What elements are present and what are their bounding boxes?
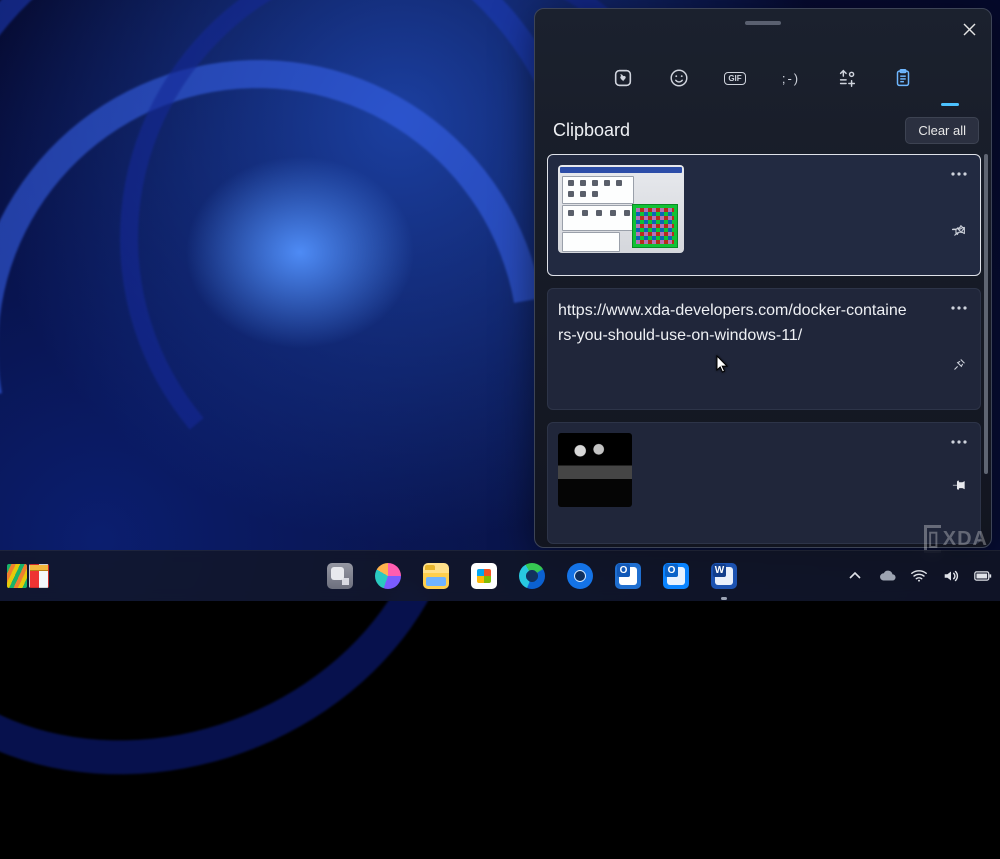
gift-icon — [29, 564, 49, 588]
taskbar-app-store[interactable] — [464, 556, 504, 596]
file-explorer-icon — [423, 563, 449, 589]
wifi-tray-icon[interactable] — [910, 567, 928, 585]
taskbar-app-outlook-new[interactable] — [656, 556, 696, 596]
system-tray — [846, 567, 1000, 585]
item-more-button[interactable] — [946, 295, 972, 321]
copilot-icon — [375, 563, 401, 589]
clipboard-item[interactable] — [547, 154, 981, 276]
clipboard-thumbnail — [558, 433, 632, 507]
clipboard-item[interactable] — [547, 422, 981, 544]
scrollbar[interactable] — [984, 154, 988, 474]
taskbar-app-taskview[interactable] — [320, 556, 360, 596]
clipboard-text: https://www.xda-developers.com/docker-co… — [558, 299, 910, 349]
item-pin-button[interactable] — [946, 473, 972, 499]
active-tab-indicator — [941, 103, 959, 106]
taskview-icon — [327, 563, 353, 589]
item-pin-button[interactable] — [946, 217, 972, 243]
onedrive-tray-icon[interactable] — [878, 567, 896, 585]
edge-icon — [519, 563, 545, 589]
taskbar-app-word[interactable] — [704, 556, 744, 596]
tray-overflow-button[interactable] — [846, 567, 864, 585]
item-more-button[interactable] — [946, 161, 972, 187]
tab-symbols[interactable] — [833, 64, 861, 92]
category-tabs: GIF ;-) — [535, 55, 991, 101]
taskbar-app-copilot[interactable] — [368, 556, 408, 596]
taskbar-app-explorer[interactable] — [416, 556, 456, 596]
taskbar-center — [320, 556, 744, 596]
clipboard-item-list: https://www.xda-developers.com/docker-co… — [535, 154, 991, 547]
tab-gif[interactable]: GIF — [721, 64, 749, 92]
tab-recent[interactable] — [609, 64, 637, 92]
taskbar-app-outlook-classic[interactable] — [608, 556, 648, 596]
section-title: Clipboard — [553, 120, 630, 141]
battery-tray-icon[interactable] — [974, 567, 992, 585]
clear-all-button[interactable]: Clear all — [905, 117, 979, 144]
settings-icon — [567, 563, 593, 589]
clipboard-item[interactable]: https://www.xda-developers.com/docker-co… — [547, 288, 981, 410]
item-more-button[interactable] — [946, 429, 972, 455]
gif-label: GIF — [724, 72, 745, 85]
widgets-button[interactable] — [6, 559, 50, 593]
taskbar-app-edge[interactable] — [512, 556, 552, 596]
word-icon — [711, 563, 737, 589]
outlook-new-icon — [663, 563, 689, 589]
outlook-icon — [615, 563, 641, 589]
clipboard-thumbnail — [558, 165, 684, 253]
volume-tray-icon[interactable] — [942, 567, 960, 585]
emoji-clipboard-panel: GIF ;-) Clipboard Clear all — [534, 8, 992, 548]
tab-clipboard[interactable] — [889, 64, 917, 92]
microsoft-store-icon — [471, 563, 497, 589]
taskbar-app-settings[interactable] — [560, 556, 600, 596]
widget-icon — [7, 564, 27, 588]
kaomoji-label: ;-) — [782, 71, 800, 86]
taskbar — [0, 550, 1000, 601]
tab-emoji[interactable] — [665, 64, 693, 92]
tab-kaomoji[interactable]: ;-) — [777, 64, 805, 92]
item-pin-button[interactable] — [946, 351, 972, 377]
drag-handle[interactable] — [745, 21, 781, 25]
close-button[interactable] — [957, 17, 981, 41]
